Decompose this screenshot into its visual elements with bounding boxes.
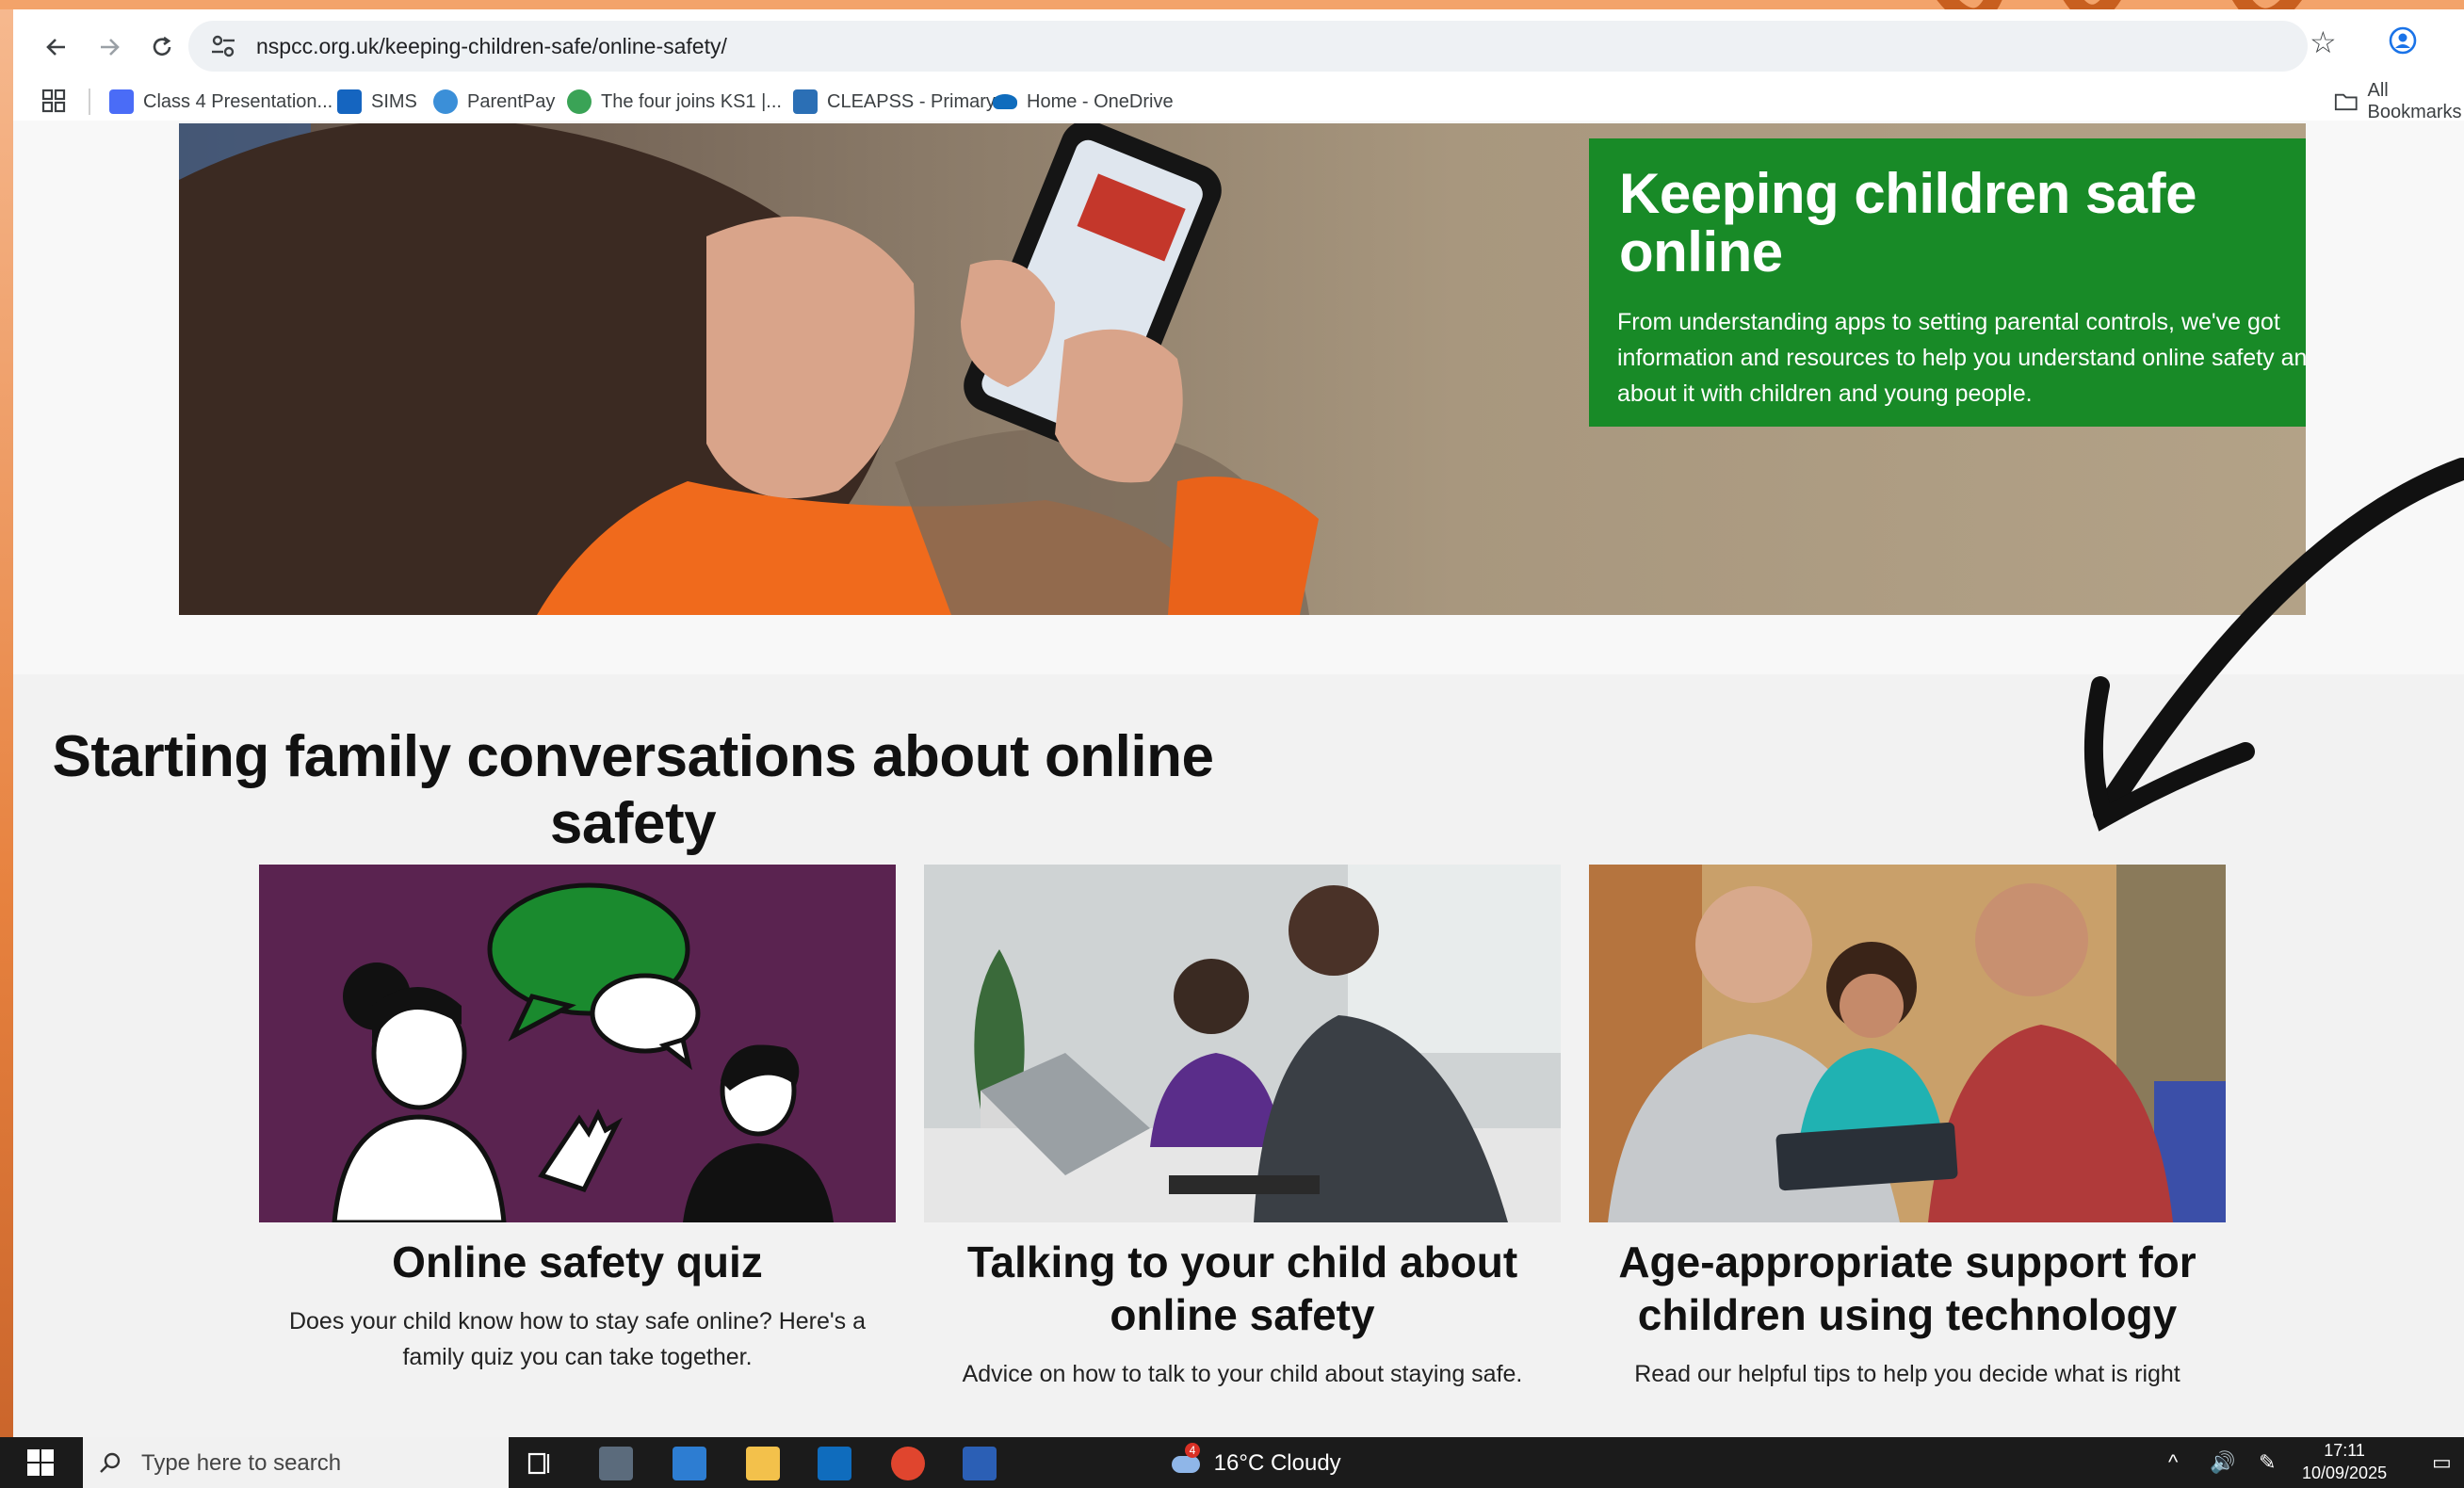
cloud-icon (1172, 1455, 1200, 1473)
word-icon[interactable] (963, 1447, 997, 1480)
microsoft-store-icon[interactable] (673, 1447, 706, 1480)
presentation-icon (109, 89, 134, 114)
windows-taskbar: Type here to search 16°C Cloudy 4 ^ 🔊 ✎ … (0, 1437, 2464, 1488)
menu-kebab-icon[interactable]: ⋮ (2456, 24, 2464, 60)
reload-button[interactable] (141, 26, 183, 68)
bookmark-four-joins[interactable]: The four joins KS1 |... (567, 87, 782, 117)
hero-description: From understanding apps to setting paren… (1617, 309, 2306, 407)
hero-title: Keeping children safe online (1619, 162, 2197, 283)
weather-alert-badge: 4 (1185, 1443, 1200, 1458)
bookmark-parentpay[interactable]: ParentPay (433, 87, 555, 117)
web-page: Keeping children safe online From unders… (13, 121, 2464, 1437)
card-title[interactable]: Age-appropriate support for children usi… (1589, 1236, 2226, 1341)
bookmark-label: The four joins KS1 |... (601, 90, 782, 112)
back-arrow-icon (46, 39, 65, 56)
annotation-arrow-icon (2083, 458, 2464, 832)
bookmark-label: ParentPay (467, 90, 556, 112)
clock-time: 17:11 (2324, 1441, 2365, 1460)
chrome-icon[interactable] (891, 1447, 925, 1480)
quiz-illustration (259, 865, 896, 1222)
bookmark-label: Home - OneDrive (1027, 90, 1174, 112)
windows-start-icon[interactable] (26, 1448, 55, 1477)
bookmark-label: CLEAPSS - Primary (827, 90, 996, 112)
talking-photo-art (924, 865, 1561, 1222)
card-description: Read our helpful tips to help you decide… (1634, 1361, 2180, 1387)
bookmarks-separator (89, 89, 90, 115)
show-hidden-icons-chevron-icon[interactable]: ^ (2168, 1450, 2178, 1475)
folder-icon (2334, 93, 2358, 111)
bookmark-label: Class 4 Presentation... (143, 90, 333, 112)
site-info-icon[interactable] (209, 32, 237, 60)
talking-photo (924, 865, 1561, 1222)
card-description: Does your child know how to stay safe on… (288, 1308, 867, 1370)
reload-icon (153, 36, 171, 56)
hero-card: Keeping children safe online From unders… (1589, 138, 2306, 427)
camera-app-icon[interactable] (599, 1447, 633, 1480)
cleapss-icon (793, 89, 818, 114)
forward-arrow-icon (101, 39, 120, 56)
volume-icon[interactable]: 🔊 (2210, 1450, 2235, 1475)
notifications-icon[interactable]: ▭ (2432, 1450, 2452, 1475)
clock-date: 10/09/2025 (2302, 1464, 2388, 1482)
url-text: nspcc.org.uk/keeping-children-safe/onlin… (256, 34, 727, 58)
back-button[interactable] (36, 26, 77, 68)
card-talking-to-your-child[interactable]: Talking to your child about online safet… (924, 865, 1561, 1392)
card-title[interactable]: Online safety quiz (259, 1236, 896, 1288)
apps-grid-icon[interactable] (41, 89, 66, 113)
bookmark-label: SIMS (371, 90, 417, 112)
bookmark-star-icon[interactable]: ☆ (2310, 24, 2337, 60)
card-age-appropriate-support[interactable]: Age-appropriate support for children usi… (1589, 865, 2226, 1392)
pen-icon[interactable]: ✎ (2259, 1450, 2276, 1475)
bookmark-class4[interactable]: Class 4 Presentation... (109, 87, 332, 117)
section-title: Starting family conversations about onli… (52, 724, 1215, 856)
bookmarks-bar: Class 4 Presentation... SIMS ParentPay T… (26, 80, 2464, 122)
task-view-icon[interactable] (527, 1447, 552, 1480)
sims-icon (337, 89, 362, 114)
outlook-icon[interactable] (818, 1447, 851, 1480)
file-explorer-icon[interactable] (746, 1447, 780, 1480)
quiz-illustration-art (259, 865, 896, 1222)
bookmark-sims[interactable]: SIMS (337, 87, 417, 117)
all-bookmarks-button[interactable]: All Bookmarks (2334, 80, 2464, 122)
forward-button[interactable] (89, 26, 130, 68)
hero-image: Keeping children safe online From unders… (179, 123, 2306, 615)
address-bar[interactable]: nspcc.org.uk/keeping-children-safe/onlin… (188, 21, 2308, 72)
bookmark-onedrive[interactable]: Home - OneDrive (993, 87, 1174, 117)
leaf-icon (567, 89, 592, 114)
card-description: Advice on how to talk to your child abou… (962, 1361, 1523, 1387)
card-online-safety-quiz[interactable]: Online safety quiz Does your child know … (259, 865, 896, 1375)
search-icon (100, 1452, 121, 1473)
taskbar-search-box[interactable]: Type here to search (83, 1437, 509, 1488)
bookmark-cleapss[interactable]: CLEAPSS - Primary (793, 87, 996, 117)
decorative-frame-left (0, 0, 13, 1488)
weather-text: 16°C Cloudy (1213, 1450, 1341, 1476)
profile-icon[interactable] (2389, 26, 2417, 55)
card-title[interactable]: Talking to your child about online safet… (924, 1236, 1561, 1341)
browser-chrome: nspcc.org.uk/keeping-children-safe/onlin… (13, 9, 2464, 122)
onedrive-cloud-icon (993, 94, 1017, 109)
all-bookmarks-label: All Bookmarks (2367, 80, 2462, 122)
taskbar-clock[interactable]: 17:11 10/09/2025 (2302, 1439, 2387, 1484)
search-placeholder: Type here to search (141, 1450, 342, 1476)
parentpay-icon (433, 89, 458, 114)
